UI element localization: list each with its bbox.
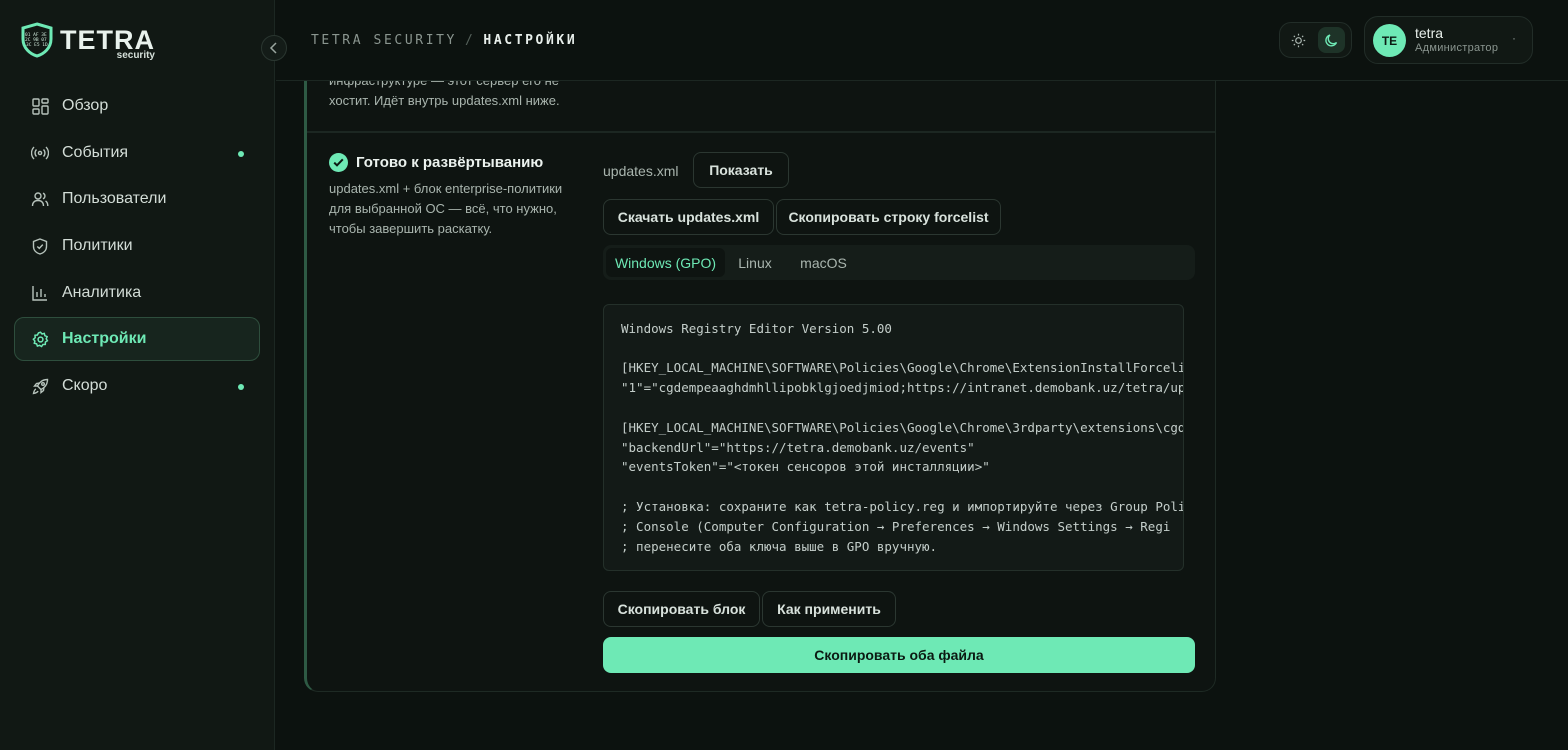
check-icon: [329, 153, 348, 172]
notification-dot: [238, 150, 244, 157]
rocket-icon: [30, 376, 50, 396]
sidebar-nav: Обзор События Пользователи Политики Анал…: [14, 84, 260, 411]
sidebar-item-overview[interactable]: Обзор: [14, 84, 260, 128]
sidebar-item-label: События: [62, 143, 129, 161]
sidebar-item-label: Политики: [62, 237, 133, 255]
dark-theme-button[interactable]: [1318, 27, 1345, 53]
shield-icon: [30, 236, 50, 256]
svg-text:3C E5 1D: 3C E5 1D: [26, 42, 48, 48]
code-line: ; Установка: сохраните как tetra-policy.…: [621, 499, 1184, 514]
light-theme-button[interactable]: [1285, 27, 1312, 53]
copy-forcelist-button[interactable]: Скопировать строку forcelist: [776, 199, 1001, 235]
user-name: tetra: [1415, 25, 1444, 41]
sidebar-item-soon[interactable]: Скоро: [14, 364, 260, 408]
top-header: TETRA SECURITY / НАСТРОЙКИ TE tetra Админи…: [276, 0, 1568, 81]
brand-sub: security: [116, 50, 155, 61]
code-line: "eventsToken"="<токен сенсоров этой инст…: [621, 459, 990, 474]
code-line: [HKEY_LOCAL_MACHINE\SOFTWARE\Policies\Go…: [621, 420, 1184, 435]
collapse-sidebar-button[interactable]: [261, 35, 287, 61]
sidebar-item-label: Скоро: [62, 377, 108, 395]
sidebar-item-label: Обзор: [62, 97, 109, 114]
breadcrumb-separator: /: [464, 33, 476, 48]
logo[interactable]: 01 AF 3E 2C 9B 07 3C E5 1D TETRA securit…: [20, 22, 155, 61]
moon-icon: [1325, 33, 1338, 46]
code-line: ; перенесите оба ключа выше в GPO вручну…: [621, 539, 938, 554]
copy-both-files-button[interactable]: Скопировать оба файла: [603, 637, 1195, 673]
code-line: Windows Registry Editor Version 5.00: [621, 321, 892, 336]
bar-chart-icon: [30, 283, 50, 303]
download-updates-button[interactable]: Скачать updates.xml: [603, 199, 774, 235]
sidebar-item-users[interactable]: Пользователи: [14, 177, 260, 221]
sidebar-item-label: Настройки: [62, 330, 147, 348]
breadcrumb-current: НАСТРОЙКИ: [483, 33, 578, 48]
users-icon: [30, 189, 50, 209]
sidebar-item-settings[interactable]: Настройки: [14, 317, 260, 362]
user-role: Администратор: [1415, 42, 1499, 54]
code-line: "backendUrl"="https://tetra.demobank.uz/…: [621, 440, 975, 455]
sidebar-item-analytics[interactable]: Аналитика: [14, 271, 260, 315]
avatar: TE: [1373, 24, 1406, 57]
show-button[interactable]: Показать: [693, 152, 789, 188]
shield-logo-icon: 01 AF 3E 2C 9B 07 3C E5 1D: [21, 22, 53, 58]
breadcrumb: TETRA SECURITY / НАСТРОЙКИ: [311, 33, 577, 48]
notification-dot: [238, 384, 244, 391]
deployment-card: инфраструктуре — этот сервер его не хост…: [304, 50, 1216, 692]
code-line: [HKEY_LOCAL_MACHINE\SOFTWARE\Policies\Go…: [621, 360, 1184, 375]
sidebar-item-label: Аналитика: [62, 283, 142, 301]
step-title-text: Готово к развёртыванию: [356, 154, 544, 171]
copy-block-button[interactable]: Скопировать блок: [603, 591, 760, 627]
breadcrumb-root[interactable]: TETRA SECURITY: [311, 33, 457, 48]
grid-icon: [30, 96, 50, 116]
sidebar-item-policies[interactable]: Политики: [14, 224, 260, 268]
gear-icon: [30, 329, 50, 349]
user-menu[interactable]: TE tetra Администратор ·: [1364, 16, 1533, 64]
user-menu-indicator: ·: [1512, 31, 1516, 45]
step-description: updates.xml + блок enterprise-политики д…: [329, 181, 563, 236]
step-title: Готово к развёртыванию: [329, 153, 543, 172]
sidebar: 01 AF 3E 2C 9B 07 3C E5 1D TETRA securit…: [0, 0, 275, 750]
tab-linux[interactable]: Linux: [730, 248, 780, 277]
sidebar-item-label: Пользователи: [62, 190, 167, 208]
chevron-left-icon: [269, 42, 277, 54]
theme-toggle: [1279, 22, 1352, 58]
code-line: "1"="cgdempeaaghdmhllipobklgjoedjmiod;ht…: [621, 380, 1184, 395]
broadcast-icon: [30, 143, 50, 163]
sun-icon: [1291, 33, 1306, 47]
tab-windows[interactable]: Windows (GPO): [606, 248, 725, 277]
file-label: updates.xml: [603, 163, 679, 179]
code-block[interactable]: Windows Registry Editor Version 5.00 [HK…: [603, 304, 1184, 571]
os-tabs: Windows (GPO) Linux macOS: [603, 245, 1195, 280]
code-line: ; Console (Computer Configuration → Pref…: [621, 519, 1171, 534]
divider: [307, 131, 1215, 133]
sidebar-item-events[interactable]: События: [14, 131, 260, 175]
how-to-apply-button[interactable]: Как применить: [762, 591, 896, 627]
tab-macos[interactable]: macOS: [786, 248, 861, 277]
